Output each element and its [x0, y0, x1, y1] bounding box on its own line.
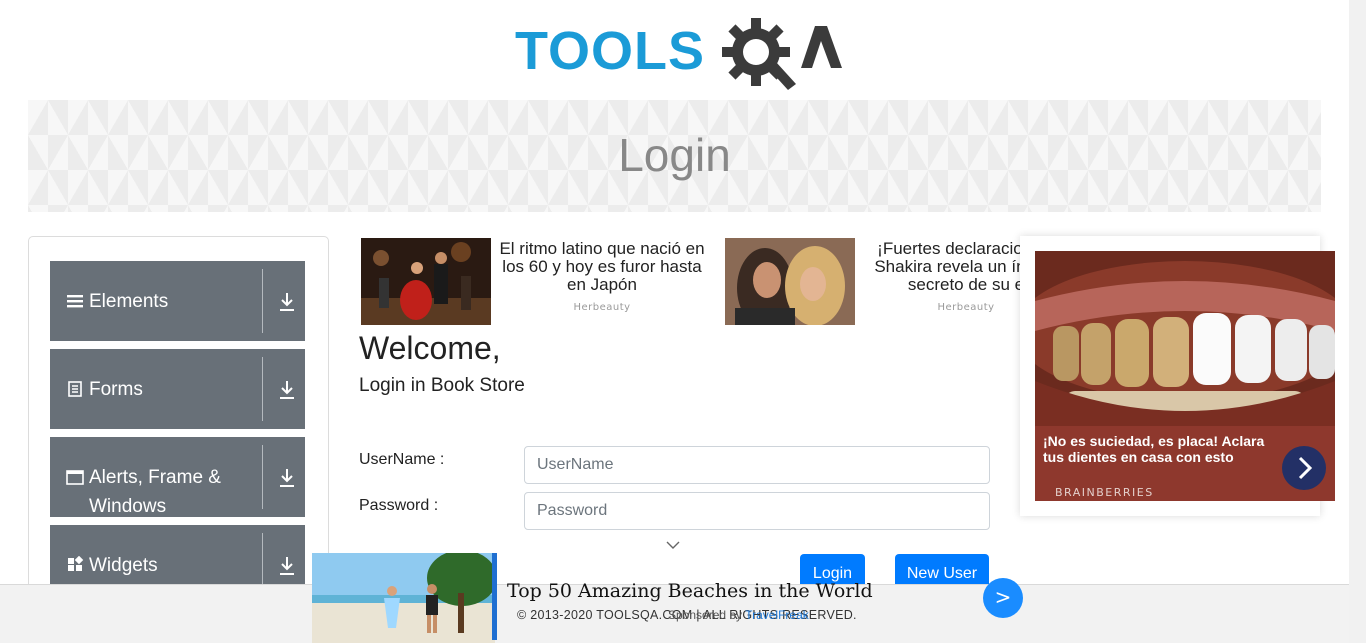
sidebar-group-label: Elements	[89, 291, 169, 312]
document-icon	[68, 381, 82, 397]
username-input[interactable]	[524, 446, 990, 484]
ad-card[interactable]: El ritmo latino que nació en los 60 y ho…	[361, 238, 711, 326]
window-icon	[66, 470, 84, 485]
sidebar-group-label: Widgets	[89, 555, 158, 576]
ad-source: Herbeauty	[573, 302, 631, 313]
bottom-ad[interactable]: Top 50 Amazing Beaches in the World Spon…	[312, 553, 1032, 643]
scrollbar[interactable]	[1349, 0, 1366, 643]
ad-brand: BRAINBERRIES	[1055, 486, 1154, 499]
download-icon	[280, 293, 294, 311]
sidebar-group-label: Forms	[89, 379, 143, 400]
chevron-down-icon[interactable]	[666, 540, 680, 550]
ad-caption: ¡No es suciedad, es placa! Aclara tus di…	[1043, 433, 1265, 465]
ad-image	[312, 553, 495, 643]
toolsqa-logo[interactable]: TOOLS	[515, 16, 842, 92]
ad-headline: Top 50 Amazing Beaches in the World	[507, 580, 873, 602]
ad-image	[725, 238, 855, 325]
next-arrow-button[interactable]	[1282, 446, 1326, 490]
ad-sponsored: Sponsored by TravelFreak	[668, 608, 809, 622]
widgets-icon	[68, 556, 84, 571]
divider	[262, 269, 263, 333]
login-subtitle: Login in Book Store	[359, 375, 525, 396]
sponsor-link[interactable]: TravelFreak	[745, 608, 809, 622]
download-icon	[280, 557, 294, 575]
sponsored-prefix: Sponsored by	[668, 608, 743, 622]
sidebar-group-alerts[interactable]: Alerts, Frame & Windows	[50, 437, 305, 517]
page-title: Login	[618, 129, 731, 181]
divider	[262, 357, 263, 421]
sidebar: Elements Forms Alerts, Frame & Windows W…	[28, 236, 329, 605]
ad-accent-bar	[492, 553, 497, 640]
page-banner: Login	[28, 100, 1321, 212]
ad-next-button[interactable]: >	[983, 578, 1023, 618]
download-icon	[280, 381, 294, 399]
sidebar-group-forms[interactable]: Forms	[50, 349, 305, 429]
logo-gear-icon	[722, 18, 842, 90]
sidebar-group-label: Alerts, Frame & Windows	[89, 467, 221, 517]
password-label: Password :	[359, 497, 439, 514]
welcome-heading: Welcome,	[359, 330, 501, 366]
download-icon	[280, 469, 294, 487]
side-ad[interactable]: ¡No es suciedad, es placa! Aclara tus di…	[1020, 236, 1335, 516]
hamburger-icon	[67, 295, 83, 308]
username-label: UserName :	[359, 451, 445, 468]
ad-image: ¡No es suciedad, es placa! Aclara tus di…	[1035, 251, 1335, 501]
ad-headline: El ritmo latino que nació en los 60 y ho…	[499, 240, 705, 294]
logo-text-tools: TOOLS	[515, 21, 706, 81]
sidebar-group-elements[interactable]: Elements	[50, 261, 305, 341]
password-input[interactable]	[524, 492, 990, 530]
chevron-right-icon	[1298, 456, 1313, 480]
divider	[262, 445, 263, 509]
ad-image	[361, 238, 491, 325]
